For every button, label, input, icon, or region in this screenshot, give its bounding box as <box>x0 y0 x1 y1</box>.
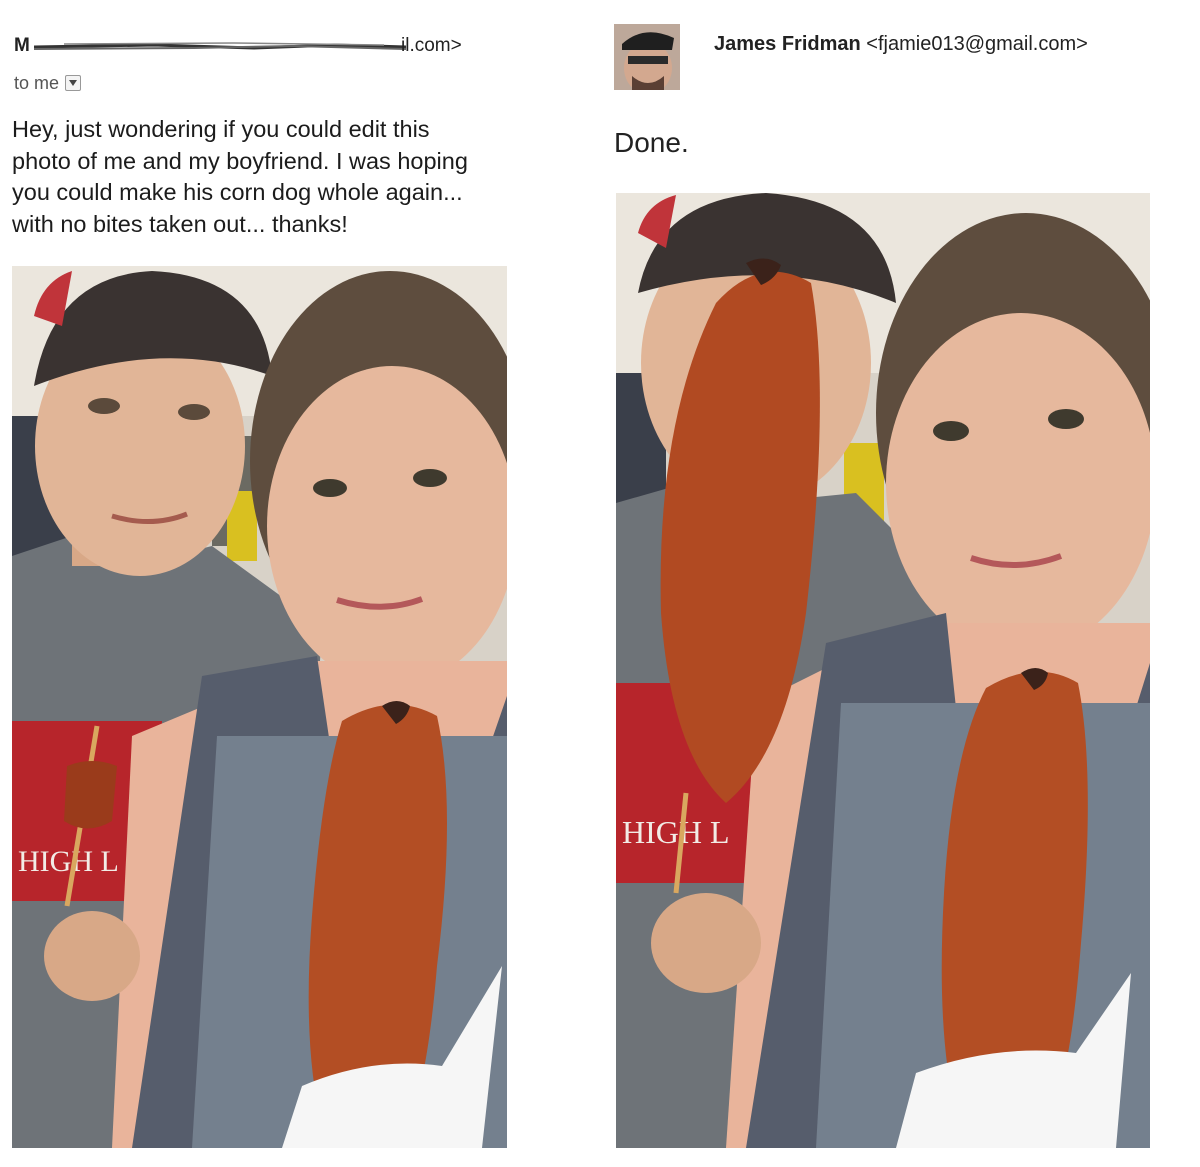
message-line: you could make his corn dog whole again.… <box>12 179 463 205</box>
recipient-line: to me <box>14 72 82 94</box>
message-line: with no bites taken out... thanks! <box>12 210 348 237</box>
edited-photo: HIGH L <box>616 193 1150 1148</box>
sender-line: M il.com> <box>14 34 474 58</box>
recipient-details-toggle[interactable] <box>65 75 82 91</box>
request-email: M il.com> to me Hey, just wondering if y… <box>0 0 600 1167</box>
avatar-illustration <box>614 24 680 90</box>
sender-initial: M <box>14 35 30 56</box>
redaction-scribble <box>34 42 406 50</box>
sender-name: James Fridman <box>714 33 861 55</box>
reply-sender: James Fridman <fjamie013@gmail.com> <box>714 32 1088 56</box>
avatar <box>614 24 680 90</box>
shirt-logo-text: HIGH L <box>18 845 119 878</box>
shirt-logo-text: HIGH L <box>622 814 730 850</box>
original-photo: HIGH L <box>12 266 507 1148</box>
reply-message: Done. <box>614 127 689 158</box>
edited-photo-illustration: HIGH L <box>616 193 1150 1148</box>
sender-email-domain: il.com> <box>401 35 462 56</box>
recipient-label: to me <box>14 73 60 93</box>
chevron-down-icon <box>69 80 78 86</box>
reply-email: James Fridman <fjamie013@gmail.com> Done… <box>600 0 1200 1167</box>
message-line: Hey, just wondering if you could edit th… <box>12 116 430 142</box>
original-photo-illustration: HIGH L <box>12 266 507 1148</box>
message-line: photo of me and my boyfriend. I was hopi… <box>12 147 468 174</box>
message-body: Hey, just wondering if you could edit th… <box>12 114 592 240</box>
sender-email: <fjamie013@gmail.com> <box>866 33 1088 55</box>
